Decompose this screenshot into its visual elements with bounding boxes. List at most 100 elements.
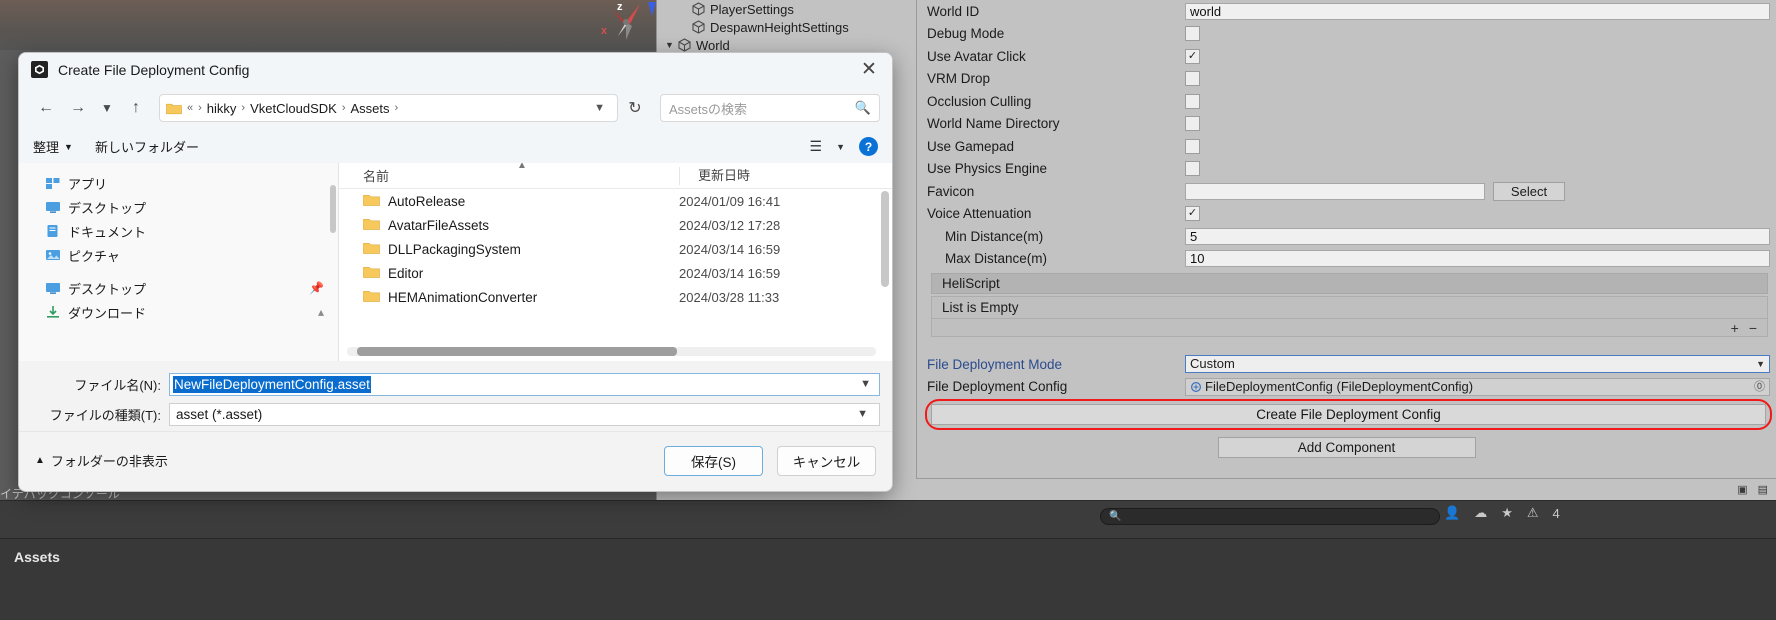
pin-icon[interactable]: ▴ xyxy=(318,305,324,319)
file-deployment-config-object-field[interactable]: FileDeploymentConfig (FileDeploymentConf… xyxy=(1185,377,1770,396)
add-component-button[interactable]: Add Component xyxy=(1217,437,1476,458)
sidebar-item-desktop[interactable]: デスクトップ xyxy=(19,195,338,219)
status-search-input[interactable]: 🔍 xyxy=(1100,508,1440,525)
inspector-row-voice-attenuation[interactable]: Voice Attenuation ✓ xyxy=(917,203,1776,226)
save-file-dialog[interactable]: Create File Deployment Config ✕ ← → ▼ ↑ … xyxy=(18,52,893,492)
create-file-deployment-config-button[interactable]: Create File Deployment Config xyxy=(931,404,1766,425)
chevron-down-icon[interactable]: ▼ xyxy=(836,142,845,152)
breadcrumb-hikky[interactable]: hikky xyxy=(207,101,237,116)
inspector-row-occlusion-culling[interactable]: Occlusion Culling xyxy=(917,90,1776,113)
max-distance-input[interactable]: 10 xyxy=(1185,250,1770,268)
favicon-field[interactable] xyxy=(1185,182,1485,200)
chevron-down-icon[interactable]: ▼ xyxy=(857,408,873,420)
save-button[interactable]: 保存(S) xyxy=(664,445,763,476)
breadcrumb-vketcloudsdk[interactable]: VketCloudSDK xyxy=(250,101,337,116)
heliscript-list-footer: + − xyxy=(931,319,1768,337)
inspector-row-world-id[interactable]: World ID world xyxy=(917,0,1776,23)
error-icon[interactable]: ⚠ xyxy=(1527,505,1539,521)
inspector-row-vrm-drop[interactable]: VRM Drop xyxy=(917,68,1776,91)
inspector-row-use-gamepad[interactable]: Use Gamepad xyxy=(917,135,1776,158)
hierarchy-item-playersettings[interactable]: PlayerSettings xyxy=(657,0,916,18)
inspector-row-world-name-directory[interactable]: World Name Directory xyxy=(917,113,1776,136)
arrow-left-icon[interactable]: ← xyxy=(31,93,61,123)
refresh-icon[interactable]: ↻ xyxy=(620,93,650,123)
occlusion-culling-checkbox[interactable] xyxy=(1185,93,1200,109)
address-chevron-down-icon[interactable]: ▼ xyxy=(588,102,611,114)
debug-mode-checkbox[interactable] xyxy=(1185,26,1200,42)
address-bar[interactable]: « › hikky › VketCloudSDK › Assets › ▼ xyxy=(159,94,618,122)
dialog-sidebar[interactable]: アプリ デスクトップ ドキュメント ピクチャ デスクトップ 📌 ダウンロード ▴ xyxy=(19,163,339,361)
inspector-row-debug-mode[interactable]: Debug Mode xyxy=(917,23,1776,46)
cancel-button[interactable]: キャンセル xyxy=(777,445,876,476)
sidebar-item-downloads-pinned[interactable]: ダウンロード ▴ xyxy=(19,300,338,324)
column-header-date[interactable]: 更新日時 xyxy=(679,166,750,185)
column-header-name[interactable]: 名前 xyxy=(339,166,679,185)
file-deployment-mode-dropdown[interactable]: Custom ▼ xyxy=(1185,355,1770,374)
use-avatar-click-checkbox[interactable]: ✓ xyxy=(1185,48,1200,64)
arrow-right-icon[interactable]: → xyxy=(63,93,93,123)
use-gamepad-checkbox[interactable] xyxy=(1185,138,1200,154)
file-list[interactable]: 名前 更新日時 ▲ AutoRelease 2024/01/09 16:41 A… xyxy=(339,163,892,361)
close-icon[interactable]: ✕ xyxy=(846,53,892,86)
file-date-cell: 2024/03/12 17:28 xyxy=(679,217,781,233)
table-row[interactable]: HEMAnimationConverter 2024/03/28 11:33 xyxy=(339,285,892,309)
inspector-row-file-deployment-config[interactable]: File Deployment Config FileDeploymentCon… xyxy=(917,376,1776,399)
file-list-scrollbar[interactable] xyxy=(881,191,889,287)
chevron-down-icon[interactable]: ▼ xyxy=(95,93,119,123)
filename-input[interactable]: NewFileDeploymentConfig.asset ▼ xyxy=(169,372,880,396)
search-icon[interactable]: 🔍 xyxy=(855,100,871,116)
pin-icon[interactable]: 📌 xyxy=(309,281,324,295)
circle-x-icon[interactable]: ⓪ xyxy=(1754,379,1765,395)
list-view-icon[interactable]: ☰ xyxy=(810,138,823,155)
table-row[interactable]: AvatarFileAssets 2024/03/12 17:28 xyxy=(339,213,892,237)
layers-icon[interactable]: ★ xyxy=(1501,505,1513,521)
hide-folders-toggle[interactable]: ▲ フォルダーの非表示 xyxy=(35,451,168,470)
world-name-directory-checkbox[interactable] xyxy=(1185,116,1200,132)
sidebar-item-apps[interactable]: アプリ xyxy=(19,171,338,195)
filetype-select[interactable]: asset (*.asset) ▼ xyxy=(169,402,880,426)
panel-icon-2[interactable]: ▤ xyxy=(1758,483,1768,496)
sidebar-item-desktop-pinned[interactable]: デスクトップ 📌 xyxy=(19,276,338,300)
sidebar-item-label: アプリ xyxy=(68,176,108,192)
cloud-icon[interactable]: ☁ xyxy=(1474,505,1487,521)
status-bar-icons: 👤 ☁ ★ ⚠ 4 xyxy=(1444,505,1560,521)
inspector-row-max-distance[interactable]: Max Distance(m) 10 xyxy=(917,248,1776,271)
world-id-input[interactable]: world xyxy=(1185,2,1770,20)
new-folder-button[interactable]: 新しいフォルダー xyxy=(95,137,199,156)
breadcrumb-assets[interactable]: Assets xyxy=(350,101,389,116)
hierarchy-item-despawnheightsettings[interactable]: DespawnHeightSettings xyxy=(657,18,916,36)
inspector-row-min-distance[interactable]: Min Distance(m) 5 xyxy=(917,225,1776,248)
help-icon[interactable]: ? xyxy=(859,137,878,156)
organize-button[interactable]: 整理 ▼ xyxy=(33,137,73,156)
sidebar-item-pictures[interactable]: ピクチャ xyxy=(19,243,338,267)
triangle-down-icon[interactable]: ▼ xyxy=(665,40,677,50)
table-row[interactable]: Editor 2024/03/14 16:59 xyxy=(339,261,892,285)
dialog-search-input[interactable]: Assetsの検索 🔍 xyxy=(660,94,880,122)
use-physics-engine-checkbox[interactable] xyxy=(1185,161,1200,177)
favicon-select-button[interactable]: Select xyxy=(1493,181,1565,201)
inspector-row-file-deployment-mode[interactable]: File Deployment Mode Custom ▼ xyxy=(917,353,1776,376)
file-list-hscroll-thumb[interactable] xyxy=(357,347,677,356)
minus-icon[interactable]: − xyxy=(1749,320,1757,336)
sidebar-item-documents[interactable]: ドキュメント xyxy=(19,219,338,243)
table-row[interactable]: AutoRelease 2024/01/09 16:41 xyxy=(339,189,892,213)
object-field-value: FileDeploymentConfig (FileDeploymentConf… xyxy=(1205,378,1474,394)
vrm-drop-checkbox[interactable] xyxy=(1185,71,1200,87)
inspector-row-use-avatar-click[interactable]: Use Avatar Click ✓ xyxy=(917,45,1776,68)
folder-icon xyxy=(363,265,380,282)
scene-gizmo[interactable] xyxy=(596,0,658,44)
folder-icon xyxy=(363,193,380,210)
chevron-down-icon[interactable]: ▼ xyxy=(860,378,876,390)
inspector-panel[interactable]: World ID world Debug Mode Use Avatar Cli… xyxy=(916,0,1776,555)
table-row[interactable]: DLLPackagingSystem 2024/03/14 16:59 xyxy=(339,237,892,261)
panel-icon[interactable]: ▣ xyxy=(1737,483,1747,496)
account-icon[interactable]: 👤 xyxy=(1444,505,1460,521)
inspector-row-use-physics-engine[interactable]: Use Physics Engine xyxy=(917,158,1776,181)
breadcrumb-sep: › xyxy=(241,102,246,114)
voice-attenuation-checkbox[interactable]: ✓ xyxy=(1185,206,1200,222)
assets-panel[interactable]: Assets xyxy=(0,538,1776,620)
arrow-up-icon[interactable]: ↑ xyxy=(121,93,151,123)
inspector-row-favicon[interactable]: Favicon Select xyxy=(917,180,1776,203)
min-distance-input[interactable]: 5 xyxy=(1185,227,1770,245)
plus-icon[interactable]: + xyxy=(1731,320,1739,336)
